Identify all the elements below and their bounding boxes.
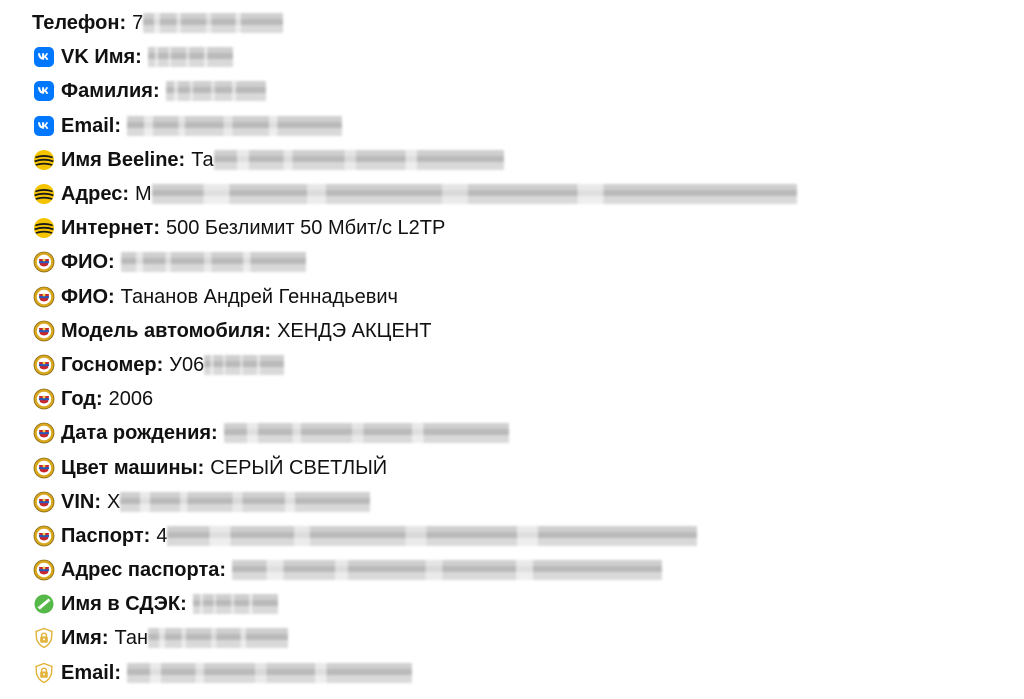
redacted-value-blur — [167, 525, 698, 546]
info-row: Паспорт: 4 — [0, 519, 1024, 553]
row-value: СЕРЫЙ СВЕТЛЫЙ — [210, 456, 388, 479]
gibdd-icon — [32, 353, 56, 377]
redacted-value-blur — [120, 252, 306, 273]
lock-shield-icon — [32, 626, 56, 650]
row-label: Год: — [61, 388, 103, 411]
row-label: ФИО: — [61, 251, 115, 274]
gibdd-icon — [32, 421, 56, 445]
info-list: Телефон: 7 VK Имя: Фамилия: Email: Имя Be… — [0, 6, 1024, 690]
row-label: Email: — [61, 114, 122, 137]
row-value: Та — [191, 148, 214, 171]
row-label: Цвет машины: — [61, 456, 205, 479]
info-row: Модель автомобиля: ХЕНДЭ АКЦЕНТ — [0, 314, 1024, 348]
redacted-value-blur — [143, 13, 284, 34]
info-row: Имя Beeline: Та — [0, 143, 1024, 177]
row-label: VK Имя: — [61, 46, 142, 69]
row-label: Имя Beeline: — [61, 148, 186, 171]
vk-icon — [32, 79, 56, 103]
row-label: Имя в СДЭК: — [61, 593, 187, 616]
info-row: Дата рождения: — [0, 416, 1024, 450]
beeline-icon — [32, 216, 56, 240]
redacted-value-blur — [151, 184, 797, 205]
row-value: 4 — [156, 524, 168, 547]
beeline-icon — [32, 182, 56, 206]
row-label: Телефон: — [32, 12, 127, 35]
redacted-value-blur — [204, 354, 285, 375]
info-row: Госномер: У06 — [0, 348, 1024, 382]
row-label: VIN: — [61, 490, 101, 513]
info-row: VIN: Х — [0, 485, 1024, 519]
info-row: Имя в СДЭК: — [0, 587, 1024, 621]
info-row: Год: 2006 — [0, 382, 1024, 416]
row-value: ХЕНДЭ АКЦЕНТ — [277, 319, 432, 342]
info-row: Адрес: М — [0, 177, 1024, 211]
redacted-value-blur — [232, 560, 663, 581]
gibdd-icon — [32, 250, 56, 274]
gibdd-icon — [32, 456, 56, 480]
beeline-icon — [32, 148, 56, 172]
info-row: Фамилия: — [0, 74, 1024, 108]
redacted-value-blur — [223, 423, 509, 444]
gibdd-icon — [32, 524, 56, 548]
row-label: Интернет: — [61, 217, 160, 240]
row-label: Госномер: — [61, 353, 164, 376]
info-row: Интернет: 500 Безлимит 50 Мбит/с L2TP — [0, 211, 1024, 245]
row-label: Паспорт: — [61, 524, 151, 547]
info-row: Имя: Тан — [0, 621, 1024, 655]
gibdd-icon — [32, 558, 56, 582]
info-row: ФИО: — [0, 245, 1024, 279]
row-value: М — [135, 183, 152, 206]
gibdd-icon — [32, 319, 56, 343]
info-row: VK Имя: — [0, 40, 1024, 74]
row-label: Адрес паспорта: — [61, 559, 227, 582]
row-value: Х — [107, 490, 121, 513]
row-value: У06 — [169, 353, 205, 376]
row-label: Email: — [61, 661, 122, 684]
row-label: Имя: — [61, 627, 109, 650]
info-row: Адрес паспорта: — [0, 553, 1024, 587]
info-row: Email: — [0, 109, 1024, 143]
row-label: Модель автомобиля: — [61, 319, 272, 342]
cdek-icon — [32, 592, 56, 616]
lock-shield-icon — [32, 661, 56, 685]
redacted-value-blur — [120, 491, 371, 512]
row-label: Адрес: — [61, 183, 129, 206]
info-row: ФИО: Тананов Андрей Геннадьевич — [0, 280, 1024, 314]
row-value: Тананов Андрей Геннадьевич — [120, 285, 398, 308]
row-value: Тан — [114, 627, 149, 650]
redacted-value-blur — [165, 81, 266, 102]
row-label: Фамилия: — [61, 80, 160, 103]
info-row: Телефон: 7 — [0, 6, 1024, 40]
vk-icon — [32, 114, 56, 138]
info-row: Цвет машины: СЕРЫЙ СВЕТЛЫЙ — [0, 450, 1024, 484]
gibdd-icon — [32, 285, 56, 309]
info-row: Email: — [0, 656, 1024, 690]
row-label: Дата рождения: — [61, 422, 218, 445]
redacted-value-blur — [127, 662, 413, 683]
redacted-value-blur — [192, 594, 278, 615]
row-value: 2006 — [108, 388, 154, 411]
redacted-value-blur — [148, 628, 288, 649]
redacted-value-blur — [213, 149, 504, 170]
gibdd-icon — [32, 490, 56, 514]
row-value: 7 — [132, 12, 144, 35]
redacted-value-blur — [147, 47, 233, 68]
row-value: 500 Безлимит 50 Мбит/с L2TP — [165, 217, 446, 240]
row-label: ФИО: — [61, 285, 115, 308]
gibdd-icon — [32, 387, 56, 411]
vk-icon — [32, 45, 56, 69]
redacted-value-blur — [127, 115, 343, 136]
